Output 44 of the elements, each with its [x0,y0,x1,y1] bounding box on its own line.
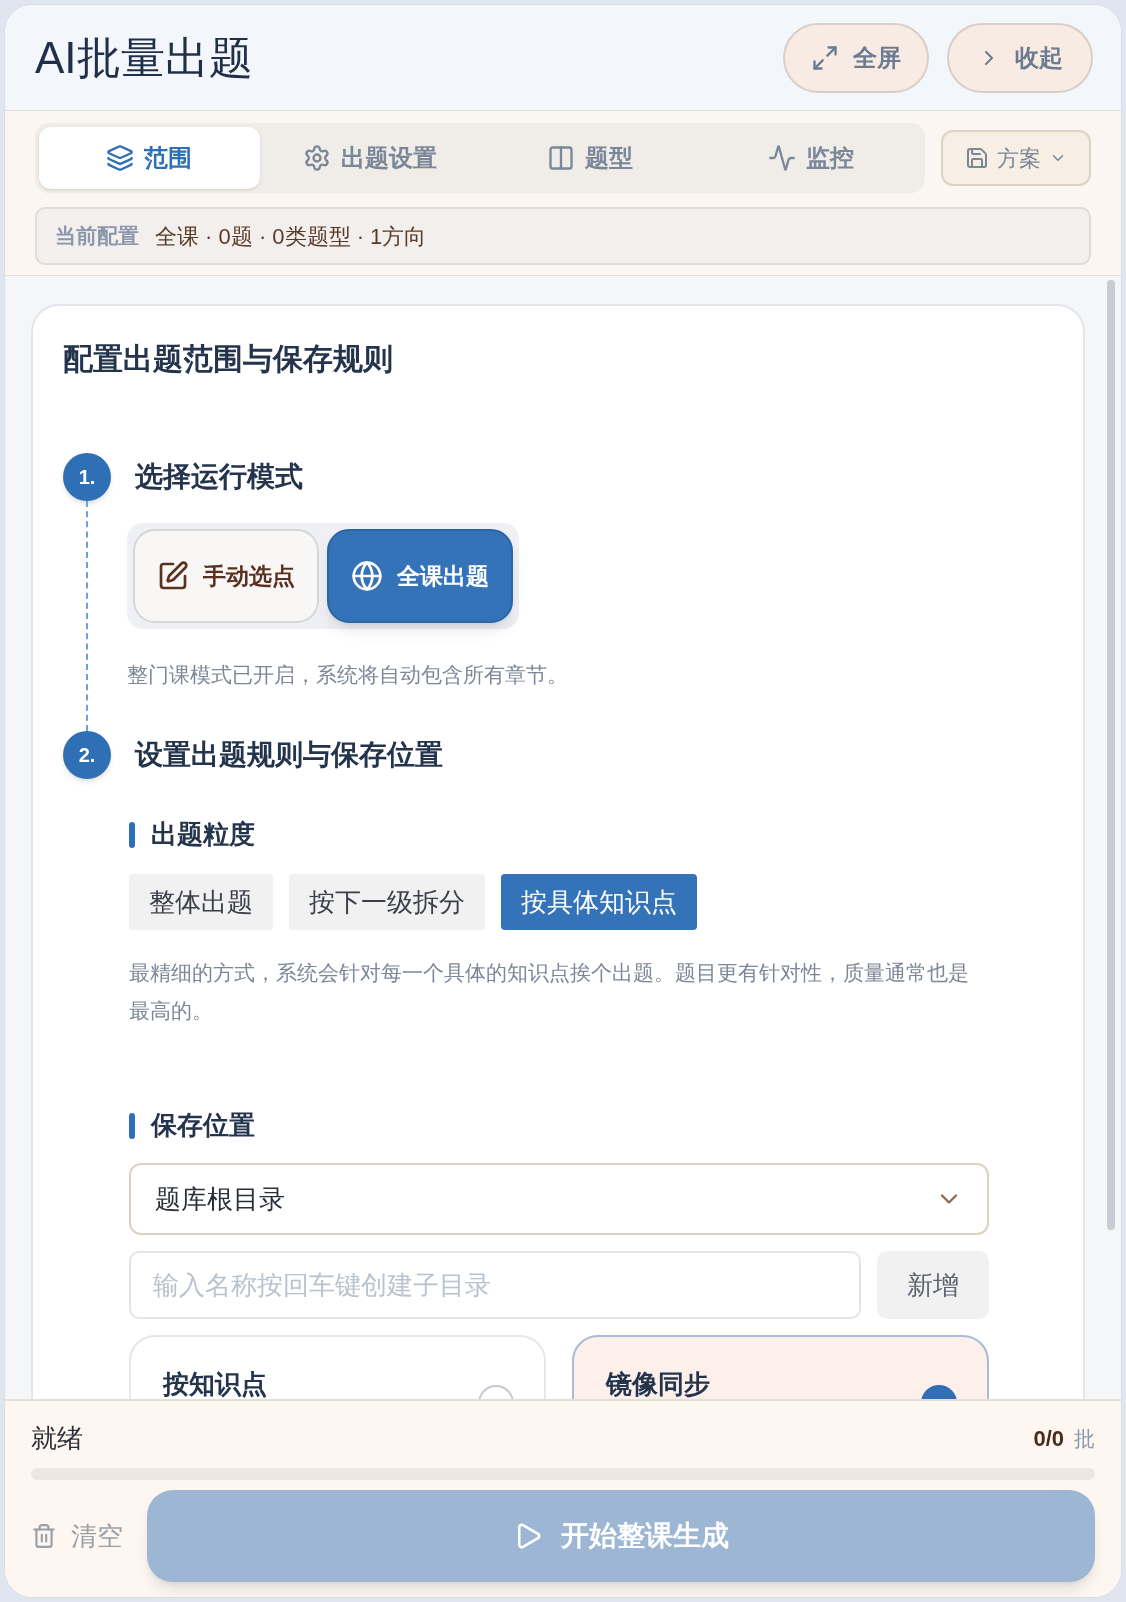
save-icon [965,146,989,170]
trash-icon [31,1523,57,1549]
summary-label: 当前配置 [55,223,139,250]
scheme-dropdown[interactable]: 方案 [941,130,1091,186]
granularity-option[interactable]: 按下一级拆分 [289,874,485,930]
tab[interactable]: 出题设置 [259,127,480,189]
strategy-option[interactable]: 镜像同步 [572,1335,989,1399]
clear-button[interactable]: 清空 [31,1516,131,1556]
tab[interactable]: 题型 [480,127,701,189]
settings-icon [302,144,331,172]
summary-value: 全课 · 0题 · 0类题型 · 1方向 [155,222,427,251]
step-title: 选择运行模式 [135,460,303,494]
edit-icon [157,560,189,592]
section-heading: 保存位置 [151,1109,255,1142]
mode-option[interactable]: 全课出题 [327,529,513,623]
collapse-button[interactable]: 收起 [947,22,1093,93]
step-number: 1. [63,453,111,501]
window-title: AI批量出题 [35,31,253,84]
granularity-option[interactable]: 整体出题 [129,874,273,930]
fullscreen-button[interactable]: 全屏 [783,22,929,93]
batch-count: 0/0 [1033,1425,1064,1453]
folder-name-field[interactable]: 输入名称按回车键创建子目录 [129,1251,861,1319]
heading-accent [129,821,135,848]
granularity-option[interactable]: 按具体知识点 [501,874,697,930]
step-title: 设置出题规则与保存位置 [135,738,443,772]
section-heading: 出题粒度 [151,818,255,851]
expand-icon [811,43,839,72]
globe-icon [351,560,383,592]
add-button[interactable]: 新增 [877,1251,989,1319]
granularity-note: 最精细的方式，系统会针对每一个具体的知识点挨个出题。题目更有针对性，质量通常也是最高的。 [129,960,970,1024]
folder-select[interactable]: 题库根目录 [129,1163,989,1235]
pulse-icon [767,144,796,172]
step-number: 2. [63,731,111,779]
status-text: 就绪 [31,1422,83,1455]
tab[interactable]: 范围 [39,127,260,189]
tab[interactable]: 监控 [700,127,921,189]
card-title: 配置出题范围与保存规则 [63,341,394,377]
strategy-option[interactable]: 按知识点 [129,1335,546,1399]
mode-note: 整门课模式已开启，系统将自动包含所有章节。 [127,662,568,688]
heading-accent [129,1112,135,1139]
mode-option[interactable]: 手动选点 [133,529,319,623]
batch-unit: 批 [1074,1425,1095,1452]
layers-icon [106,144,135,172]
columns-icon [547,144,576,172]
